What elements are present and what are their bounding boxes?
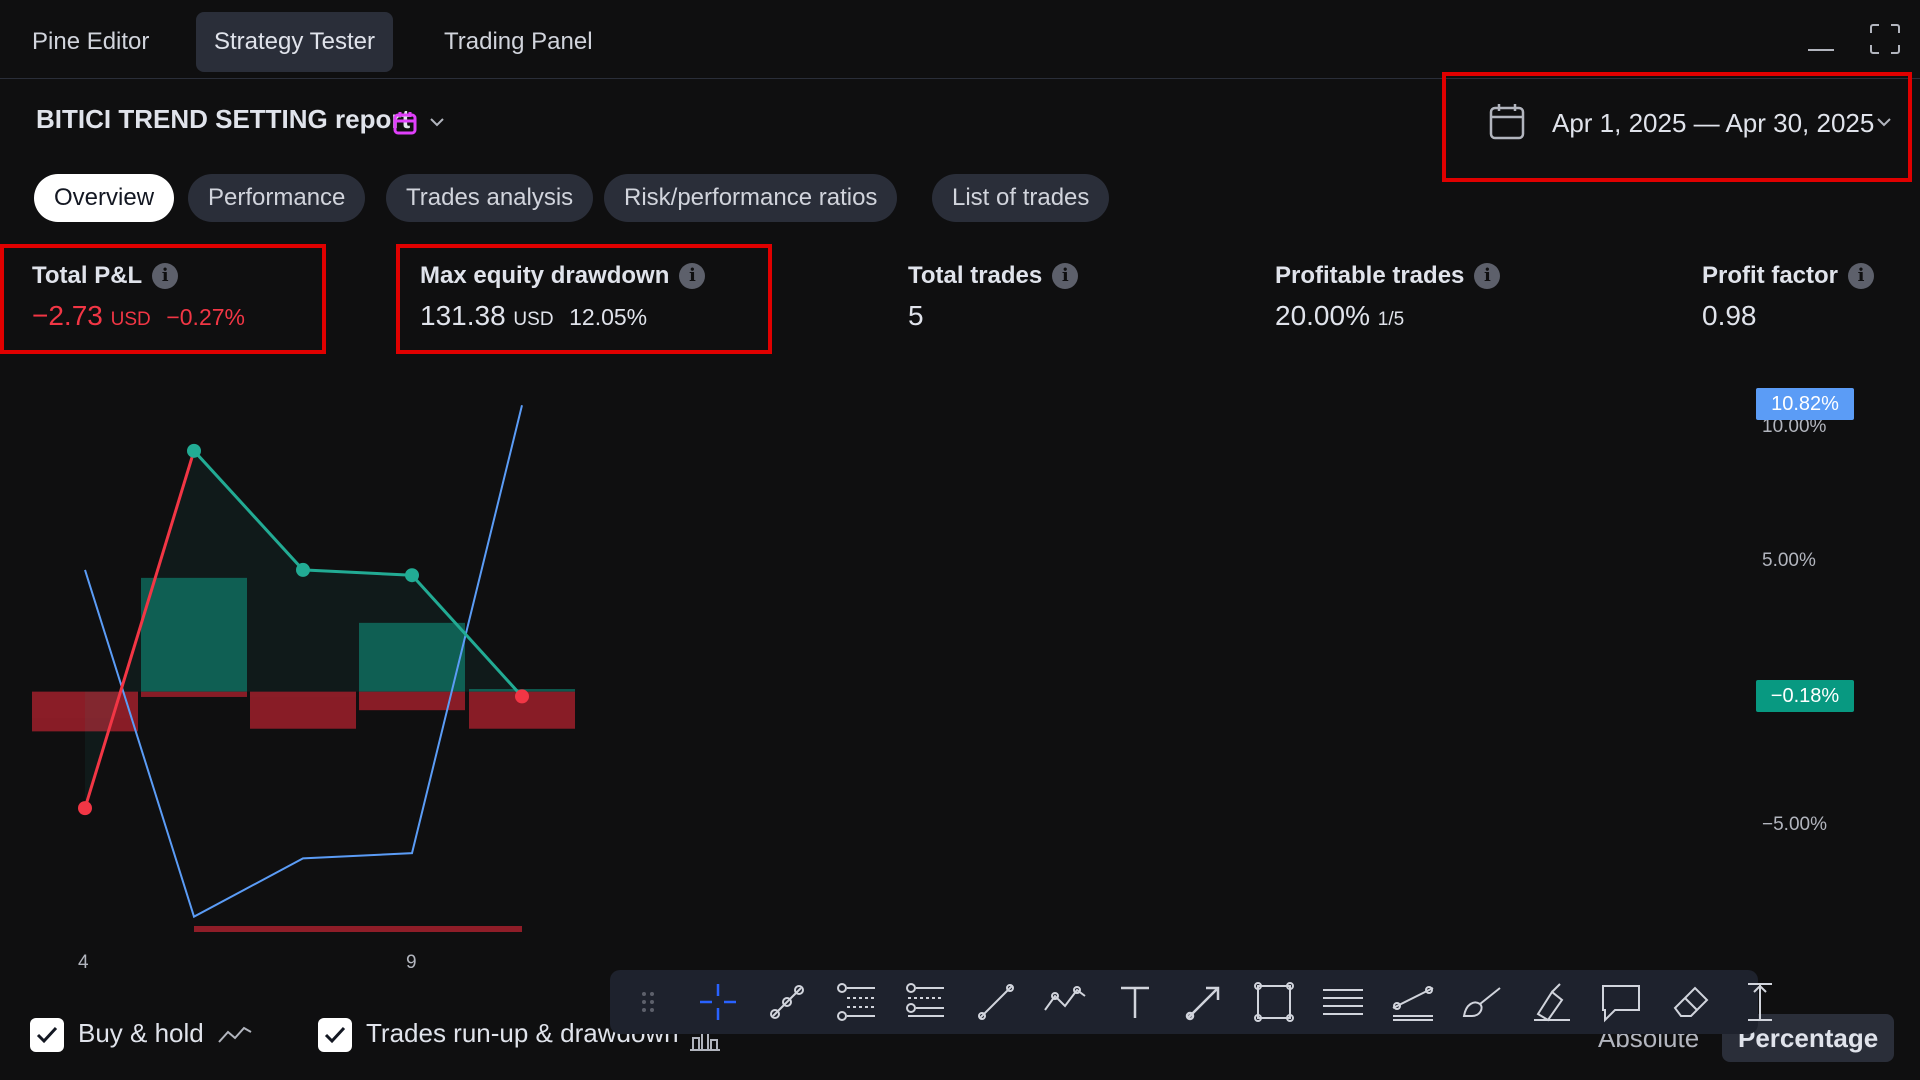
measure-icon[interactable] bbox=[1732, 974, 1788, 1030]
maximize-icon[interactable] bbox=[1868, 22, 1902, 56]
text-icon[interactable] bbox=[1107, 974, 1163, 1030]
trend-line-icon[interactable] bbox=[759, 974, 815, 1030]
subtab-performance[interactable]: Performance bbox=[188, 174, 366, 222]
buy-hold-label: Buy & hold bbox=[78, 1018, 204, 1048]
profitable-trades-value: 20.00% 1/5 bbox=[1275, 300, 1405, 331]
drag-handle-icon[interactable] bbox=[620, 974, 676, 1030]
x-tick-label: 4 bbox=[78, 952, 89, 973]
x-tick-label: 9 bbox=[406, 952, 417, 973]
arrow-icon[interactable] bbox=[1176, 974, 1232, 1030]
regression-icon[interactable] bbox=[1385, 974, 1441, 1030]
profit-factor-label: Profit factor i bbox=[1702, 262, 1875, 290]
ray-icon[interactable] bbox=[968, 974, 1024, 1030]
drawdown-bar bbox=[250, 691, 356, 729]
info-icon[interactable]: i bbox=[1848, 263, 1875, 289]
drawdown-bar bbox=[141, 691, 247, 697]
equity-point bbox=[187, 443, 201, 458]
subtab-overview[interactable]: Overview bbox=[34, 174, 175, 222]
rectangle-icon[interactable] bbox=[1246, 974, 1302, 1030]
runup-drawdown-checkbox[interactable] bbox=[318, 1018, 352, 1052]
total-pl-highlight bbox=[0, 244, 326, 354]
eraser-icon[interactable] bbox=[1663, 974, 1719, 1030]
equity-point bbox=[78, 801, 92, 816]
path-icon[interactable] bbox=[1037, 974, 1093, 1030]
fib-retracement-icon[interactable] bbox=[829, 974, 885, 1030]
calendar-badge-icon bbox=[392, 110, 418, 136]
equity-chart[interactable] bbox=[0, 370, 1920, 970]
subtab-risk-ratios[interactable]: Risk/performance ratios bbox=[604, 174, 898, 222]
pitchfork-icon[interactable] bbox=[898, 974, 954, 1030]
crosshair-icon[interactable] bbox=[690, 974, 746, 1030]
max-drawdown-highlight bbox=[396, 244, 772, 354]
total-trades-value: 5 bbox=[908, 300, 924, 331]
y-tick-label: 5.00% bbox=[1762, 550, 1816, 571]
info-icon[interactable]: i bbox=[1052, 263, 1079, 289]
equity-point bbox=[515, 689, 529, 704]
date-range-highlight bbox=[1442, 72, 1912, 182]
parallel-lines-icon[interactable] bbox=[1315, 974, 1371, 1030]
profit-factor-value: 0.98 bbox=[1702, 300, 1757, 331]
report-title[interactable]: BITICI TREND SETTING report bbox=[36, 104, 410, 135]
chevron-down-icon[interactable] bbox=[427, 112, 447, 132]
profitable-trades-label: Profitable trades i bbox=[1275, 262, 1501, 290]
minimize-icon[interactable] bbox=[1804, 22, 1838, 56]
subtab-trades-analysis[interactable]: Trades analysis bbox=[386, 174, 594, 222]
equity-point bbox=[405, 568, 419, 583]
tab-trading-panel[interactable]: Trading Panel bbox=[426, 12, 611, 72]
subtab-list-of-trades[interactable]: List of trades bbox=[932, 174, 1110, 222]
equity-point bbox=[296, 562, 310, 577]
top-tab-bar: Pine Editor Strategy Tester Trading Pane… bbox=[0, 0, 1920, 79]
info-icon[interactable]: i bbox=[1474, 263, 1501, 289]
equity-last-badge: −0.18% bbox=[1756, 680, 1854, 712]
highlighter-icon[interactable] bbox=[1524, 974, 1580, 1030]
brush-icon[interactable] bbox=[1454, 974, 1510, 1030]
callout-icon[interactable] bbox=[1593, 974, 1649, 1030]
tab-strategy-tester[interactable]: Strategy Tester bbox=[196, 12, 393, 72]
buy-hold-last-badge: 10.82% bbox=[1756, 388, 1854, 420]
buy-hold-checkbox[interactable] bbox=[30, 1018, 64, 1052]
tab-pine-editor[interactable]: Pine Editor bbox=[14, 12, 167, 72]
total-trades-label: Total trades i bbox=[908, 262, 1079, 290]
line-chart-icon bbox=[216, 1020, 254, 1055]
y-tick-label: −5.00% bbox=[1762, 814, 1827, 835]
equity-area bbox=[85, 450, 522, 809]
